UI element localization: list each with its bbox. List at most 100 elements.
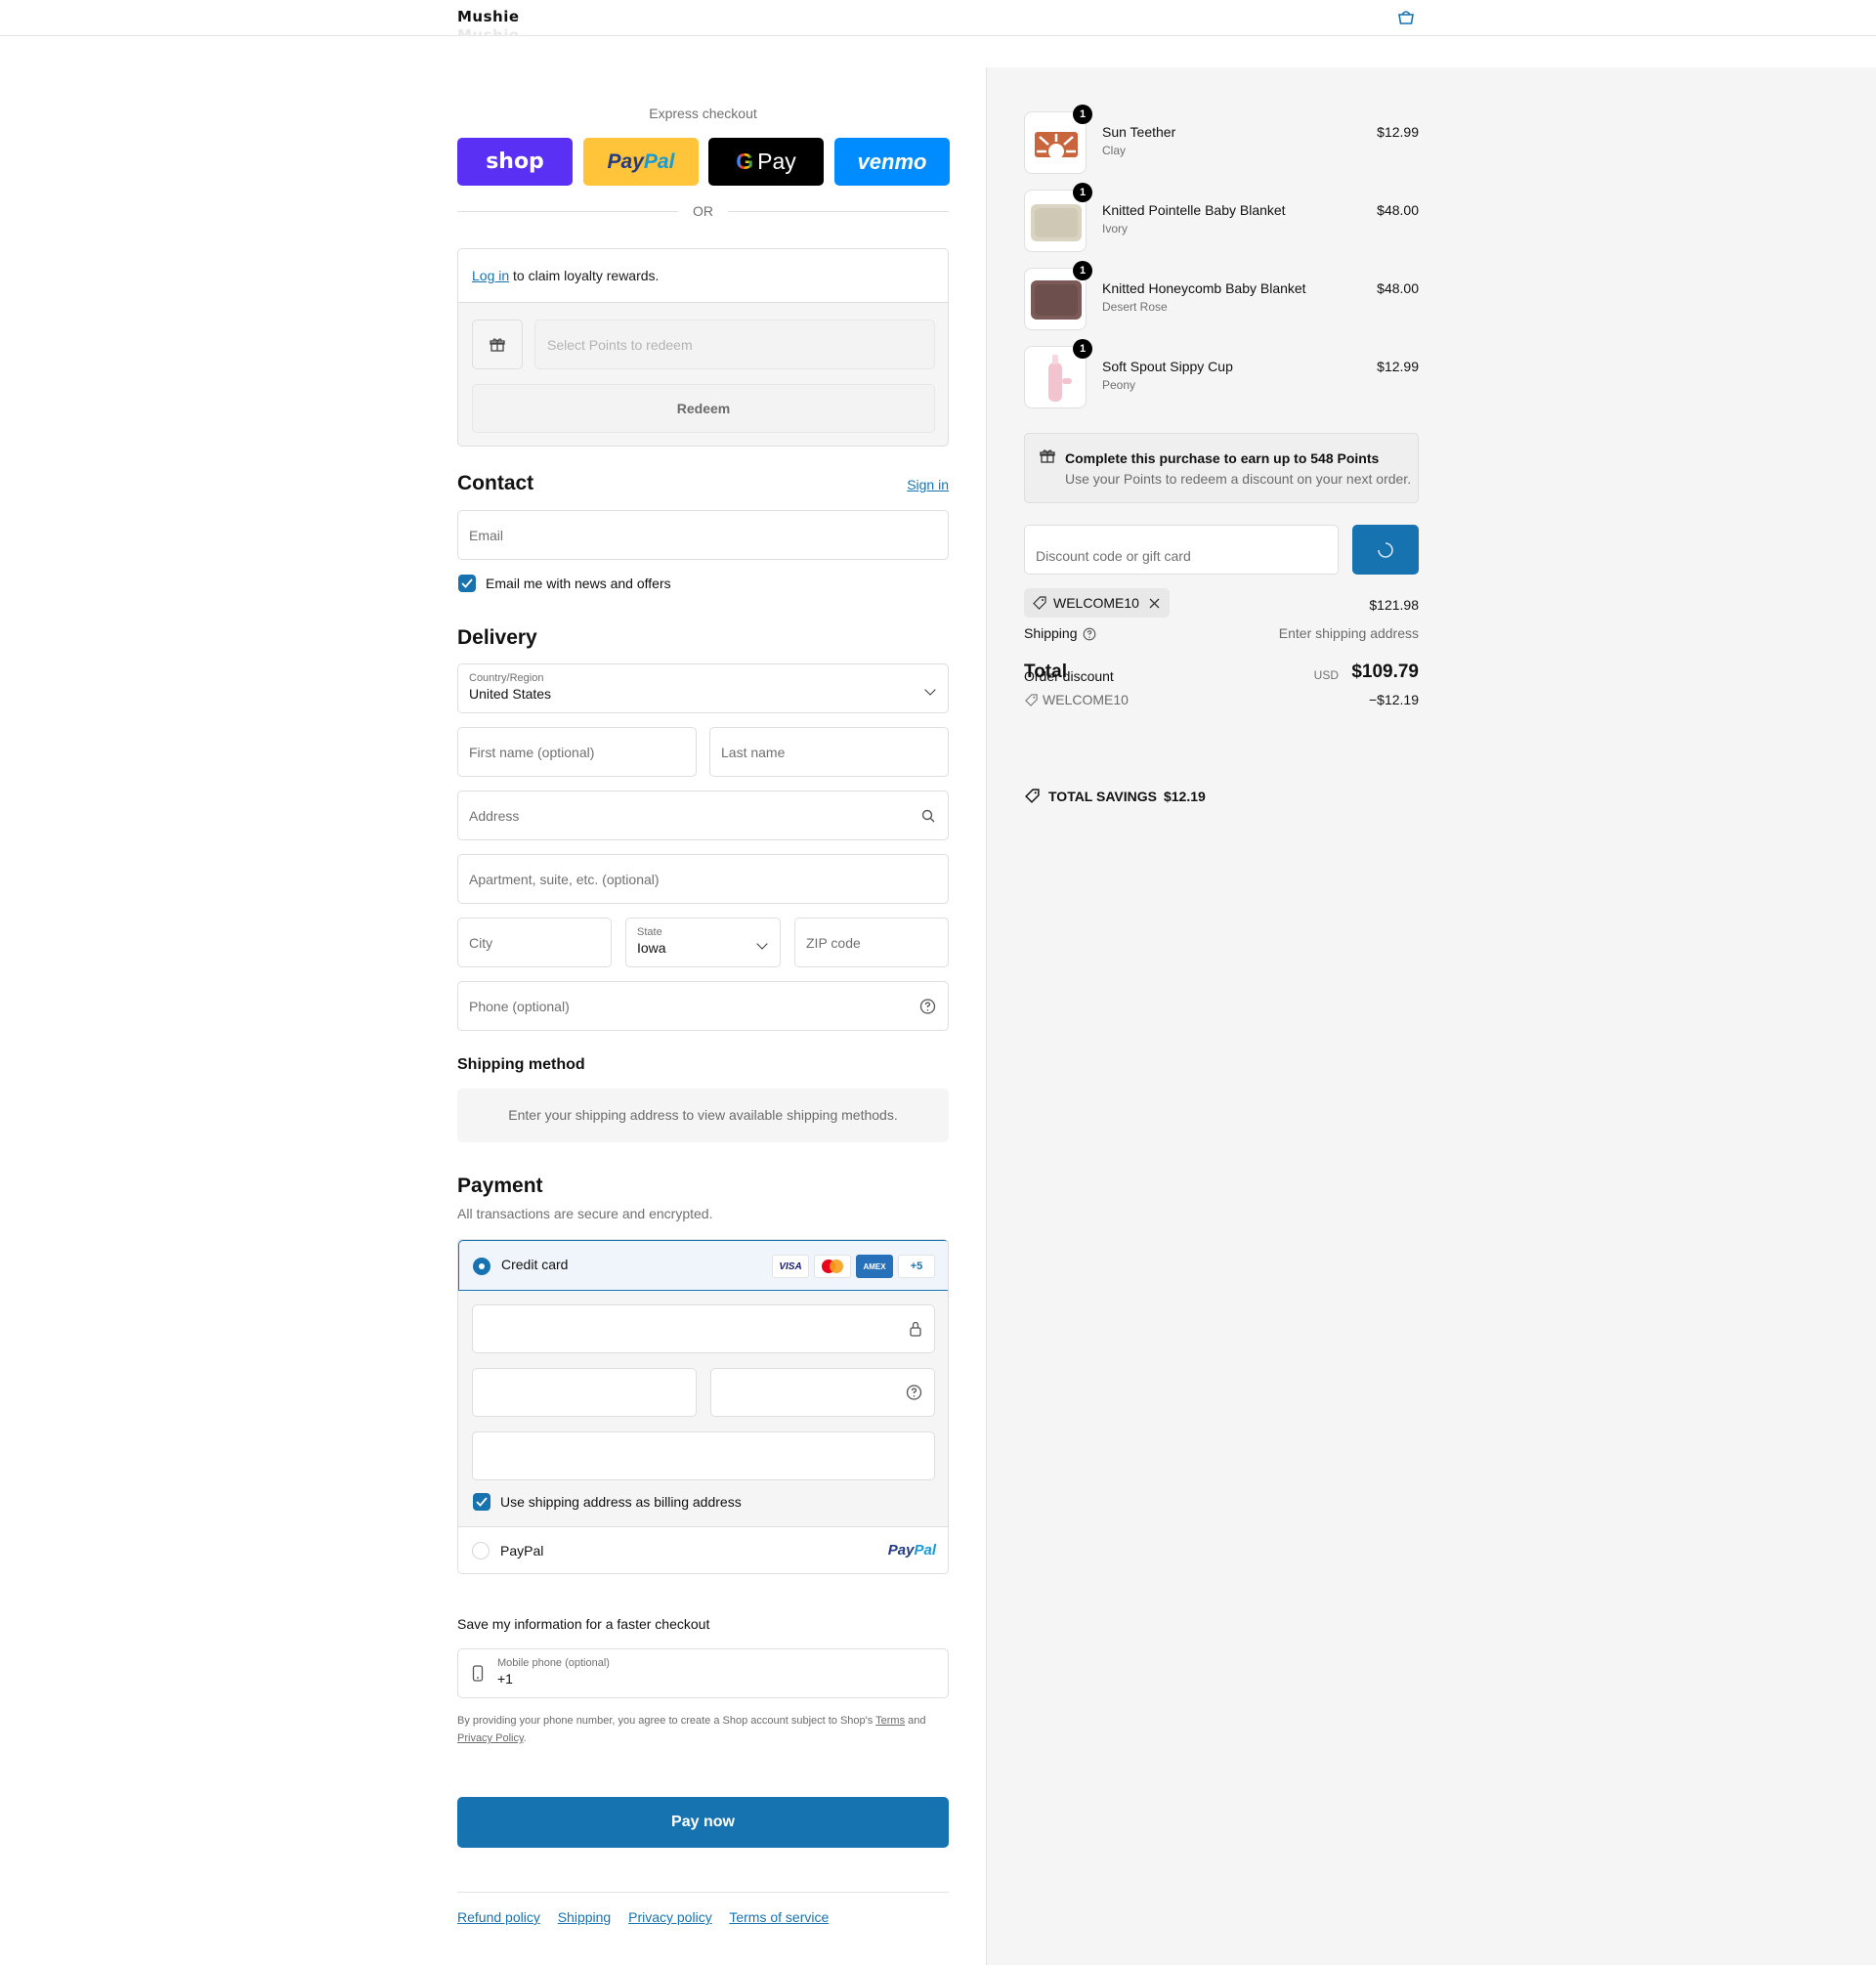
payment-subtitle: All transactions are secure and encrypte… [457, 1206, 713, 1221]
redeem-button[interactable]: Redeem [472, 384, 935, 433]
phone-field[interactable]: Phone (optional) [457, 981, 949, 1031]
paypal-logo: PayPal [888, 1542, 936, 1559]
legal-text-b: and [905, 1715, 926, 1727]
apartment-field[interactable]: Apartment, suite, etc. (optional) [457, 854, 949, 904]
pay-now-button[interactable]: Pay now [457, 1797, 949, 1848]
expiration-field[interactable] [472, 1368, 697, 1417]
card-number-field[interactable] [472, 1304, 935, 1353]
item-name: Knitted Honeycomb Baby Blanket [1102, 280, 1306, 296]
subtotal-value: $121.98 [1369, 597, 1419, 613]
sign-in-link[interactable]: Sign in [907, 477, 949, 492]
venmo-button[interactable]: venmo [834, 138, 950, 186]
gift-icon [1040, 449, 1055, 463]
paypal-radio[interactable] [472, 1542, 490, 1559]
item-name: Sun Teether [1102, 124, 1176, 140]
item-price: $48.00 [1377, 280, 1419, 296]
shop-pay-button[interactable]: shop [457, 138, 573, 186]
loyalty-login-row: Log in to claim loyalty rewards. [458, 249, 948, 303]
state-select[interactable]: State Iowa [625, 918, 781, 967]
earn-points-title: Complete this purchase to earn up to 548… [1065, 450, 1380, 466]
item-variant: Clay [1102, 144, 1127, 157]
help-icon[interactable] [919, 998, 936, 1014]
mobile-phone-value: +1 [497, 1671, 513, 1687]
email-placeholder: Email [469, 527, 504, 543]
check-icon [476, 1497, 488, 1507]
item-variant: Ivory [1102, 222, 1129, 235]
state-label: State [637, 926, 662, 938]
discount-value: −$12.19 [1369, 692, 1419, 707]
discount-code-label: WELCOME10 [1043, 692, 1129, 707]
billing-checkbox[interactable] [473, 1493, 490, 1511]
bag-icon[interactable] [1395, 9, 1417, 26]
terms-link[interactable]: Terms [875, 1715, 905, 1727]
first-name-field[interactable]: First name (optional) [457, 727, 697, 777]
zip-field[interactable]: ZIP code [794, 918, 949, 967]
brand-logo[interactable]: Mushie [457, 8, 520, 25]
spinner-icon [1378, 541, 1393, 558]
search-icon [921, 809, 935, 822]
country-select[interactable]: Country/Region United States [457, 663, 949, 713]
quantity-badge: 1 [1073, 261, 1092, 280]
payment-methods: Credit card VISA AMEX +5 Use shipping ad… [457, 1239, 949, 1574]
zip-placeholder: ZIP code [806, 934, 861, 951]
mobile-phone-field[interactable]: Mobile phone (optional) +1 [457, 1648, 949, 1698]
item-variant: Peony [1102, 378, 1136, 392]
close-icon[interactable] [1149, 598, 1160, 609]
quantity-badge: 1 [1073, 339, 1092, 359]
billing-checkbox-label: Use shipping address as billing address [500, 1494, 742, 1510]
footer-link-terms[interactable]: Terms of service [729, 1909, 829, 1925]
paypal-button-text-b: Pal [643, 150, 675, 173]
help-icon[interactable] [1083, 627, 1096, 641]
shipping-method-title: Shipping method [457, 1056, 585, 1073]
tag-icon [1025, 694, 1038, 706]
city-field[interactable]: City [457, 918, 612, 967]
shipping-label: Shipping [1024, 625, 1078, 641]
footer-link-refund[interactable]: Refund policy [457, 1909, 540, 1925]
email-field[interactable]: Email [457, 510, 949, 560]
shipping-method-message: Enter your shipping address to view avai… [457, 1089, 949, 1142]
country-label: Country/Region [469, 672, 544, 684]
country-value: United States [469, 686, 552, 702]
credit-card-radio[interactable] [473, 1258, 490, 1275]
address-field[interactable]: Address [457, 790, 949, 840]
total-currency: USD [1313, 668, 1339, 682]
paypal-logo-a: Pay [887, 1542, 915, 1559]
payment-title: Payment [457, 1175, 543, 1197]
shop-legal-text: By providing your phone number, you agre… [457, 1712, 949, 1747]
last-name-field[interactable]: Last name [709, 727, 949, 777]
loyalty-login-text: to claim loyalty rewards. [509, 268, 660, 283]
paypal-button[interactable]: Pay Pal [583, 138, 699, 186]
amex-icon: AMEX [856, 1255, 893, 1278]
name-on-card-field[interactable] [472, 1431, 935, 1480]
google-pay-text: Pay [757, 149, 796, 174]
points-select[interactable]: Select Points to redeem [534, 320, 935, 369]
footer-link-shipping[interactable]: Shipping [558, 1909, 612, 1925]
apartment-placeholder: Apartment, suite, etc. (optional) [469, 871, 660, 887]
loyalty-login-link[interactable]: Log in [472, 268, 509, 283]
paypal-label: PayPal [500, 1543, 544, 1559]
visa-icon: VISA [772, 1255, 809, 1278]
total-savings: TOTAL SAVINGS $12.19 [1024, 788, 1206, 804]
help-icon[interactable] [906, 1385, 922, 1401]
quantity-badge: 1 [1073, 183, 1092, 202]
privacy-policy-link[interactable]: Privacy Policy [457, 1732, 524, 1744]
credit-card-option[interactable]: Credit card VISA AMEX +5 [458, 1240, 948, 1291]
news-checkbox[interactable] [458, 575, 476, 592]
google-pay-button[interactable]: G Pay [708, 138, 824, 186]
discount-code-input[interactable]: Discount code or gift card [1024, 525, 1339, 575]
address-placeholder: Address [469, 807, 520, 824]
express-checkout-title: Express checkout [649, 106, 757, 121]
paypal-option[interactable]: PayPal PayPal [458, 1526, 948, 1573]
item-price: $48.00 [1377, 202, 1419, 218]
mastercard-icon [814, 1255, 851, 1278]
paypal-button-text-a: Pay [607, 150, 644, 173]
footer-link-privacy[interactable]: Privacy policy [628, 1909, 712, 1925]
legal-text-c: . [523, 1732, 527, 1744]
item-name: Knitted Pointelle Baby Blanket [1102, 202, 1286, 218]
or-label: OR [693, 203, 713, 219]
tag-icon [1033, 596, 1046, 610]
apply-discount-button[interactable] [1352, 525, 1419, 575]
total-savings-label: TOTAL SAVINGS [1048, 788, 1157, 804]
brand-logo-shadow: Mushie [457, 26, 520, 36]
security-code-field[interactable] [710, 1368, 935, 1417]
